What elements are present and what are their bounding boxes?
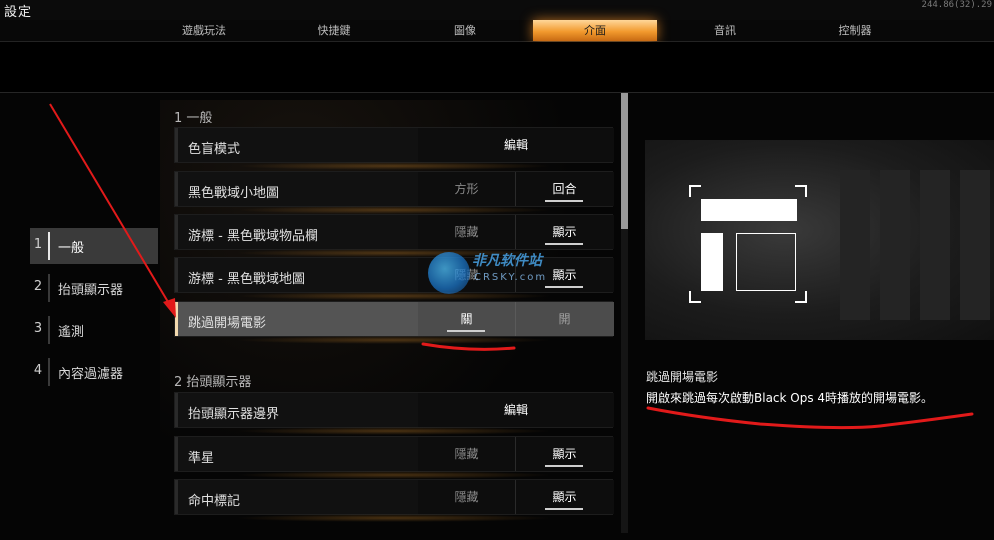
tab-interface[interactable]: 介面 <box>533 20 657 41</box>
option-square[interactable]: 方形 <box>418 172 516 206</box>
page-title: 設定 <box>4 5 33 20</box>
watermark-emblem <box>428 252 470 294</box>
nav-item-number: 2 <box>33 279 43 294</box>
setting-control: 隱藏 顯示 <box>418 215 614 249</box>
setting-blackout-minimap[interactable]: 黑色戰域小地圖 方形 回合 <box>174 171 614 214</box>
tab-keybindings[interactable]: 快捷鍵 <box>272 20 396 41</box>
setting-hit-markers[interactable]: 命中標記 隱藏 顯示 <box>174 479 614 522</box>
setting-label: 黑色戰域小地圖 <box>188 186 280 201</box>
nav-item-divider <box>48 358 50 386</box>
tab-bar: 遊戲玩法 快捷鍵 圖像 介面 音訊 控制器 <box>0 20 994 42</box>
edit-button[interactable]: 編輯 <box>418 393 614 427</box>
nav-item-label: 內容過濾器 <box>58 367 124 382</box>
option-off[interactable]: 關 <box>418 302 516 336</box>
setting-control: 隱藏 顯示 <box>418 437 614 471</box>
row-edge <box>175 480 178 514</box>
nav-item-number: 3 <box>33 321 43 336</box>
setting-control: 編輯 <box>418 393 614 427</box>
tab-controller[interactable]: 控制器 <box>793 20 917 41</box>
row-edge <box>175 172 178 206</box>
nav-item-divider <box>48 274 50 302</box>
row-edge <box>175 302 178 336</box>
version-readout: 244.86(32).29 <box>921 0 992 10</box>
tab-graphics[interactable]: 圖像 <box>403 20 527 41</box>
option-show[interactable]: 顯示 <box>516 215 613 249</box>
game-logo-graphic <box>840 170 994 320</box>
description-text: 開啟來跳過每次啟動Black Ops 4時播放的開場電影。 <box>646 391 934 405</box>
setting-label: 色盲模式 <box>188 142 241 157</box>
row-edge <box>175 393 178 427</box>
setting-label: 準星 <box>188 451 215 466</box>
nav-item-divider <box>48 316 50 344</box>
setting-label: 跳過開場電影 <box>188 316 267 331</box>
description-title: 跳過開場電影 <box>646 370 719 384</box>
section-nav: 1 一般 2 抬頭顯示器 3 遙測 4 內容過濾器 <box>30 228 158 396</box>
watermark-site: CRSKY.com <box>474 272 548 283</box>
setting-hud-bounds[interactable]: 抬頭顯示器邊界 編輯 <box>174 392 614 435</box>
setting-label: 游標 - 黑色戰域物品欄 <box>188 229 318 244</box>
option-hide[interactable]: 隱藏 <box>418 215 516 249</box>
nav-item-telemetry[interactable]: 3 遙測 <box>30 312 158 348</box>
setting-control: 隱藏 顯示 <box>418 480 614 514</box>
row-edge <box>175 437 178 471</box>
nav-item-hud[interactable]: 2 抬頭顯示器 <box>30 270 158 306</box>
setting-label: 命中標記 <box>188 494 241 509</box>
option-hide[interactable]: 隱藏 <box>418 480 516 514</box>
scrollbar-thumb[interactable] <box>621 93 628 229</box>
setting-control: 關 開 <box>418 302 614 336</box>
section-header-hud: 2 抬頭顯示器 <box>174 375 252 390</box>
title-bar: 設定 244.86(32).29 <box>0 0 994 20</box>
section-header-general: 1 一般 <box>174 111 213 126</box>
nav-item-content-filter[interactable]: 4 內容過濾器 <box>30 354 158 390</box>
nav-item-label: 一般 <box>58 241 85 256</box>
option-hide[interactable]: 隱藏 <box>418 437 516 471</box>
row-edge <box>175 128 178 162</box>
nav-item-label: 遙測 <box>58 325 85 340</box>
header-band <box>0 42 994 93</box>
watermark-name: 非凡软件站 <box>472 253 542 269</box>
row-edge <box>175 258 178 292</box>
tab-audio[interactable]: 音訊 <box>663 20 787 41</box>
setting-control: 編輯 <box>418 128 614 162</box>
hud-layout-icon <box>689 185 807 303</box>
nav-item-general[interactable]: 1 一般 <box>30 228 158 264</box>
settings-scrollbar[interactable] <box>621 93 628 533</box>
watermark-logo: 非凡软件站 CRSKY.com <box>428 246 588 298</box>
row-edge <box>175 215 178 249</box>
option-show[interactable]: 顯示 <box>516 437 613 471</box>
setting-cursor-blackout-inventory[interactable]: 游標 - 黑色戰域物品欄 隱藏 顯示 <box>174 214 614 257</box>
setting-skip-intro-cinematic[interactable]: 跳過開場電影 關 開 <box>174 301 614 344</box>
setting-control: 方形 回合 <box>418 172 614 206</box>
setting-label: 抬頭顯示器邊界 <box>188 407 280 422</box>
option-show[interactable]: 顯示 <box>516 480 613 514</box>
tab-gameplay[interactable]: 遊戲玩法 <box>142 20 266 41</box>
nav-item-number: 1 <box>33 237 43 252</box>
nav-item-divider <box>48 232 50 260</box>
nav-item-number: 4 <box>33 363 43 378</box>
annotation-underline-description <box>646 406 974 430</box>
setting-crosshair[interactable]: 準星 隱藏 顯示 <box>174 436 614 479</box>
nav-item-label: 抬頭顯示器 <box>58 283 124 298</box>
setting-colorblind-mode[interactable]: 色盲模式 編輯 <box>174 127 614 170</box>
option-round[interactable]: 回合 <box>516 172 613 206</box>
edit-button[interactable]: 編輯 <box>418 128 614 162</box>
setting-label: 游標 - 黑色戰域地圖 <box>188 272 305 287</box>
setting-preview-image <box>645 140 994 340</box>
option-on[interactable]: 開 <box>516 302 613 336</box>
